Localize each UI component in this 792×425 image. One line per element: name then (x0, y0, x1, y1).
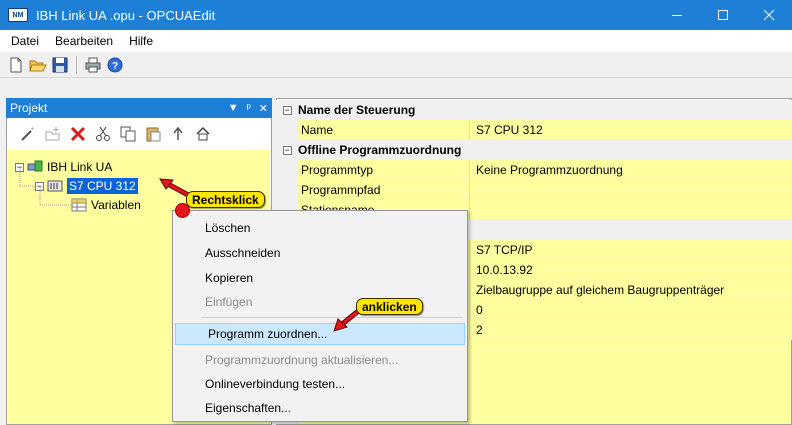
callout-rechtsklick: Rechtsklick (186, 191, 265, 208)
annotation-arrows (159, 178, 364, 332)
callout-anklicken: anklicken (356, 298, 423, 315)
